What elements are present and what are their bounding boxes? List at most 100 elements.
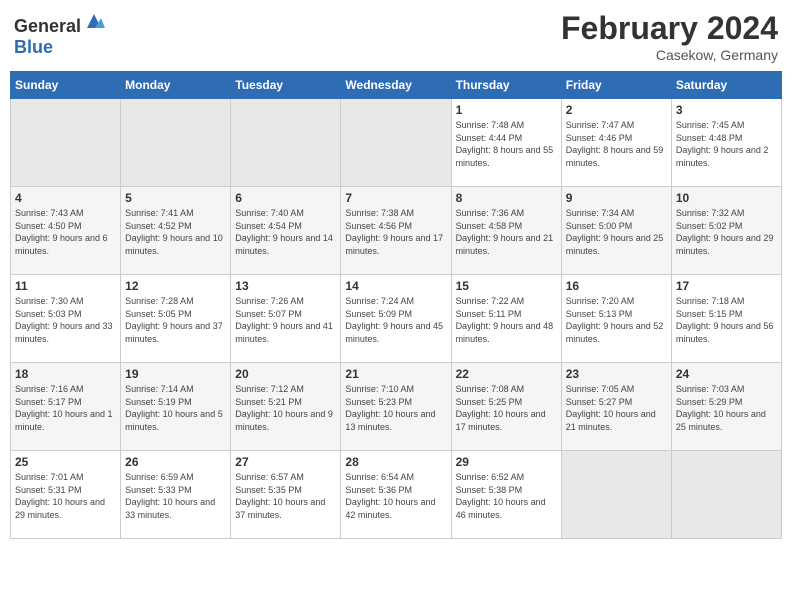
- calendar-cell: 18 Sunrise: 7:16 AM Sunset: 5:17 PM Dayli…: [11, 363, 121, 451]
- calendar-cell: [561, 451, 671, 539]
- calendar-table: SundayMondayTuesdayWednesdayThursdayFrid…: [10, 71, 782, 539]
- calendar-cell: 1Sunrise: 7:48 AM Sunset: 4:44 PM Daylig…: [451, 99, 561, 187]
- day-header-wednesday: Wednesday: [341, 72, 451, 99]
- calendar-cell: 8 Sunrise: 7:36 AM Sunset: 4:58 PM Daylig…: [451, 187, 561, 275]
- calendar-cell: 4 Sunrise: 7:43 AM Sunset: 4:50 PM Daylig…: [11, 187, 121, 275]
- day-number: 19: [125, 367, 226, 381]
- day-number: 12: [125, 279, 226, 293]
- calendar-cell: 15 Sunrise: 7:22 AM Sunset: 5:11 PM Dayli…: [451, 275, 561, 363]
- calendar-cell: 17 Sunrise: 7:18 AM Sunset: 5:15 PM Dayli…: [671, 275, 781, 363]
- cell-info: Sunrise: 6:59 AM Sunset: 5:33 PM Dayligh…: [125, 471, 226, 521]
- calendar-cell: [671, 451, 781, 539]
- calendar-cell: 10Sunrise: 7:32 AM Sunset: 5:02 PM Dayli…: [671, 187, 781, 275]
- cell-info: Sunrise: 7:20 AM Sunset: 5:13 PM Dayligh…: [566, 295, 667, 345]
- day-number: 23: [566, 367, 667, 381]
- cell-info: Sunrise: 7:28 AM Sunset: 5:05 PM Dayligh…: [125, 295, 226, 345]
- day-number: 13: [235, 279, 336, 293]
- calendar-cell: 22Sunrise: 7:08 AM Sunset: 5:25 PM Dayli…: [451, 363, 561, 451]
- title-month: February 2024: [561, 10, 778, 47]
- calendar-cell: [341, 99, 451, 187]
- day-number: 4: [15, 191, 116, 205]
- cell-info: Sunrise: 7:47 AM Sunset: 4:46 PM Dayligh…: [566, 119, 667, 169]
- calendar-week-4: 18 Sunrise: 7:16 AM Sunset: 5:17 PM Dayli…: [11, 363, 782, 451]
- cell-info: Sunrise: 7:38 AM Sunset: 4:56 PM Dayligh…: [345, 207, 446, 257]
- cell-info: Sunrise: 7:41 AM Sunset: 4:52 PM Dayligh…: [125, 207, 226, 257]
- logo-icon: [83, 10, 105, 32]
- cell-info: Sunrise: 7:32 AM Sunset: 5:02 PM Dayligh…: [676, 207, 777, 257]
- calendar-cell: 20 Sunrise: 7:12 AM Sunset: 5:21 PM Dayli…: [231, 363, 341, 451]
- cell-info: Sunrise: 7:24 AM Sunset: 5:09 PM Dayligh…: [345, 295, 446, 345]
- day-header-sunday: Sunday: [11, 72, 121, 99]
- day-header-friday: Friday: [561, 72, 671, 99]
- calendar-cell: 29Sunrise: 6:52 AM Sunset: 5:38 PM Dayli…: [451, 451, 561, 539]
- calendar-cell: 16Sunrise: 7:20 AM Sunset: 5:13 PM Dayli…: [561, 275, 671, 363]
- calendar-body: 1Sunrise: 7:48 AM Sunset: 4:44 PM Daylig…: [11, 99, 782, 539]
- calendar-cell: 25Sunrise: 7:01 AM Sunset: 5:31 PM Dayli…: [11, 451, 121, 539]
- cell-info: Sunrise: 7:12 AM Sunset: 5:21 PM Dayligh…: [235, 383, 336, 433]
- logo-text-general: General: [14, 16, 81, 36]
- calendar-cell: 5 Sunrise: 7:41 AM Sunset: 4:52 PM Daylig…: [121, 187, 231, 275]
- cell-info: Sunrise: 6:54 AM Sunset: 5:36 PM Dayligh…: [345, 471, 446, 521]
- cell-info: Sunrise: 7:18 AM Sunset: 5:15 PM Dayligh…: [676, 295, 777, 345]
- calendar-cell: 13 Sunrise: 7:26 AM Sunset: 5:07 PM Dayli…: [231, 275, 341, 363]
- calendar-cell: 12 Sunrise: 7:28 AM Sunset: 5:05 PM Dayli…: [121, 275, 231, 363]
- calendar-header-row: SundayMondayTuesdayWednesdayThursdayFrid…: [11, 72, 782, 99]
- cell-info: Sunrise: 7:34 AM Sunset: 5:00 PM Dayligh…: [566, 207, 667, 257]
- calendar-week-2: 4 Sunrise: 7:43 AM Sunset: 4:50 PM Daylig…: [11, 187, 782, 275]
- calendar-cell: 27Sunrise: 6:57 AM Sunset: 5:35 PM Dayli…: [231, 451, 341, 539]
- calendar-cell: 11Sunrise: 7:30 AM Sunset: 5:03 PM Dayli…: [11, 275, 121, 363]
- cell-info: Sunrise: 7:43 AM Sunset: 4:50 PM Dayligh…: [15, 207, 116, 257]
- day-number: 6: [235, 191, 336, 205]
- day-number: 27: [235, 455, 336, 469]
- calendar-cell: 7Sunrise: 7:38 AM Sunset: 4:56 PM Daylig…: [341, 187, 451, 275]
- cell-info: Sunrise: 7:08 AM Sunset: 5:25 PM Dayligh…: [456, 383, 557, 433]
- title-location: Casekow, Germany: [561, 47, 778, 63]
- calendar-cell: 21 Sunrise: 7:10 AM Sunset: 5:23 PM Dayli…: [341, 363, 451, 451]
- cell-info: Sunrise: 7:05 AM Sunset: 5:27 PM Dayligh…: [566, 383, 667, 433]
- day-number: 1: [456, 103, 557, 117]
- cell-info: Sunrise: 7:14 AM Sunset: 5:19 PM Dayligh…: [125, 383, 226, 433]
- day-number: 17: [676, 279, 777, 293]
- day-number: 21: [345, 367, 446, 381]
- title-block: February 2024 Casekow, Germany: [561, 10, 778, 63]
- calendar-cell: 2Sunrise: 7:47 AM Sunset: 4:46 PM Daylig…: [561, 99, 671, 187]
- calendar-week-5: 25Sunrise: 7:01 AM Sunset: 5:31 PM Dayli…: [11, 451, 782, 539]
- cell-info: Sunrise: 7:26 AM Sunset: 5:07 PM Dayligh…: [235, 295, 336, 345]
- calendar-cell: 26 Sunrise: 6:59 AM Sunset: 5:33 PM Dayli…: [121, 451, 231, 539]
- day-header-monday: Monday: [121, 72, 231, 99]
- cell-info: Sunrise: 6:52 AM Sunset: 5:38 PM Dayligh…: [456, 471, 557, 521]
- day-header-saturday: Saturday: [671, 72, 781, 99]
- cell-info: Sunrise: 7:45 AM Sunset: 4:48 PM Dayligh…: [676, 119, 777, 169]
- calendar-cell: [121, 99, 231, 187]
- calendar-cell: 9 Sunrise: 7:34 AM Sunset: 5:00 PM Daylig…: [561, 187, 671, 275]
- cell-info: Sunrise: 7:22 AM Sunset: 5:11 PM Dayligh…: [456, 295, 557, 345]
- day-number: 15: [456, 279, 557, 293]
- day-number: 20: [235, 367, 336, 381]
- cell-info: Sunrise: 7:10 AM Sunset: 5:23 PM Dayligh…: [345, 383, 446, 433]
- cell-info: Sunrise: 7:03 AM Sunset: 5:29 PM Dayligh…: [676, 383, 777, 433]
- calendar-cell: 6 Sunrise: 7:40 AM Sunset: 4:54 PM Daylig…: [231, 187, 341, 275]
- calendar-cell: [231, 99, 341, 187]
- day-number: 3: [676, 103, 777, 117]
- day-number: 9: [566, 191, 667, 205]
- calendar-cell: 3 Sunrise: 7:45 AM Sunset: 4:48 PM Daylig…: [671, 99, 781, 187]
- calendar-week-1: 1Sunrise: 7:48 AM Sunset: 4:44 PM Daylig…: [11, 99, 782, 187]
- day-number: 28: [345, 455, 446, 469]
- day-number: 24: [676, 367, 777, 381]
- cell-info: Sunrise: 7:30 AM Sunset: 5:03 PM Dayligh…: [15, 295, 116, 345]
- day-number: 26: [125, 455, 226, 469]
- page-header: General Blue February 2024 Casekow, Germ…: [10, 10, 782, 63]
- calendar-cell: 23 Sunrise: 7:05 AM Sunset: 5:27 PM Dayli…: [561, 363, 671, 451]
- calendar-cell: 14Sunrise: 7:24 AM Sunset: 5:09 PM Dayli…: [341, 275, 451, 363]
- calendar-cell: 24 Sunrise: 7:03 AM Sunset: 5:29 PM Dayli…: [671, 363, 781, 451]
- cell-info: Sunrise: 7:16 AM Sunset: 5:17 PM Dayligh…: [15, 383, 116, 433]
- cell-info: Sunrise: 7:36 AM Sunset: 4:58 PM Dayligh…: [456, 207, 557, 257]
- day-header-tuesday: Tuesday: [231, 72, 341, 99]
- logo: General Blue: [14, 10, 105, 58]
- cell-info: Sunrise: 7:40 AM Sunset: 4:54 PM Dayligh…: [235, 207, 336, 257]
- day-number: 8: [456, 191, 557, 205]
- cell-info: Sunrise: 7:01 AM Sunset: 5:31 PM Dayligh…: [15, 471, 116, 521]
- day-number: 5: [125, 191, 226, 205]
- calendar-week-3: 11Sunrise: 7:30 AM Sunset: 5:03 PM Dayli…: [11, 275, 782, 363]
- day-number: 18: [15, 367, 116, 381]
